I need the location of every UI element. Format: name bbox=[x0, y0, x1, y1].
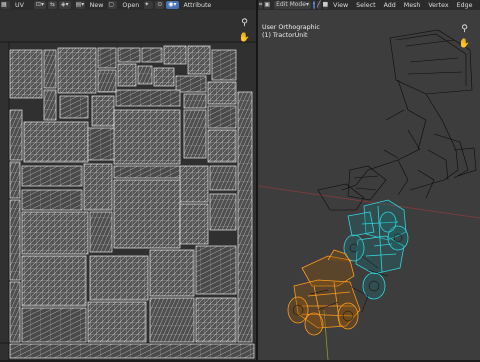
hand-pan-icon[interactable]: ✋ bbox=[458, 37, 471, 50]
mode-dropdown[interactable]: Edit Mode▾ bbox=[274, 1, 311, 9]
uv-select-icon[interactable]: ⊡▾ bbox=[33, 1, 46, 9]
menu-uv[interactable]: UV bbox=[15, 2, 24, 9]
hand-pan-icon[interactable]: ✋ bbox=[238, 31, 251, 44]
selected-cyan-parts bbox=[343, 199, 409, 300]
viewport-header: ⌗ ▣ Edit Mode▾ · ╱ ■ View Select Add Mes… bbox=[258, 0, 480, 10]
new-image-button[interactable]: New bbox=[90, 2, 104, 9]
mode-label: Edit Mode bbox=[276, 1, 306, 8]
edge-select-icon[interactable]: ╱ bbox=[316, 1, 321, 9]
uv-editor-header: ▦ UV ⊡▾ ⇆ ◈▾ ▤▾ New ▢ Open ✦ ⊙ ◉▾ Attrib… bbox=[0, 0, 256, 10]
sticky-select-icon[interactable]: ◈▾ bbox=[59, 1, 71, 9]
menu-view[interactable]: View bbox=[333, 2, 348, 9]
open-icon[interactable]: ▢ bbox=[108, 1, 118, 9]
menu-vertex[interactable]: Vertex bbox=[428, 2, 448, 9]
viewport-canvas[interactable] bbox=[258, 10, 480, 360]
pin-icon[interactable]: ✦ bbox=[144, 1, 154, 9]
open-image-button[interactable]: Open bbox=[122, 2, 139, 9]
image-browse-icon[interactable]: ▤▾ bbox=[75, 1, 85, 9]
view-name: User Orthographic bbox=[262, 24, 320, 31]
zoom-icon[interactable]: ⚲ bbox=[238, 16, 251, 29]
editor-type-icon[interactable]: ▦ bbox=[1, 1, 10, 9]
viewport-nav-gizmo: ⚲ ✋ bbox=[458, 20, 478, 52]
menu-mesh[interactable]: Mesh bbox=[404, 2, 421, 9]
trailer-wires bbox=[317, 29, 477, 211]
menu-add[interactable]: Add bbox=[384, 2, 396, 9]
object-mode-icon[interactable]: ▣ bbox=[264, 1, 271, 9]
sync-icon[interactable]: ⇆ bbox=[47, 1, 57, 9]
vertex-select-icon[interactable]: · bbox=[312, 1, 315, 9]
viewport-info: User Orthographic (1) TractorUnit bbox=[262, 24, 320, 40]
selected-orange-parts bbox=[287, 249, 361, 336]
pivot-icon[interactable]: ⊙ bbox=[155, 1, 165, 9]
menu-select[interactable]: Select bbox=[356, 2, 375, 9]
uv-island-layout bbox=[0, 41, 256, 360]
uv-editor-canvas[interactable] bbox=[0, 10, 256, 360]
zoom-icon[interactable]: ⚲ bbox=[458, 22, 471, 35]
tractor-wireframe bbox=[258, 29, 480, 360]
editor-type-icon[interactable]: ⌗ bbox=[259, 1, 263, 9]
menu-edge[interactable]: Edge bbox=[457, 2, 473, 9]
display-channel-icon[interactable]: ◉▾ bbox=[166, 1, 179, 9]
attribute-dropdown[interactable]: Attribute bbox=[184, 2, 212, 9]
face-select-icon[interactable]: ■ bbox=[322, 1, 329, 9]
uv-nav-gizmo: ⚲ ✋ bbox=[238, 14, 254, 46]
active-object-name: (1) TractorUnit bbox=[262, 32, 308, 39]
